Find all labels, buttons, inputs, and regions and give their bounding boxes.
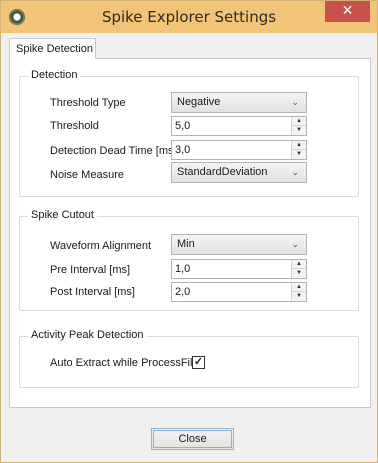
tab-spike-detection[interactable]: Spike Detection: [9, 38, 96, 59]
threshold-up-arrow-icon[interactable]: ▲: [292, 117, 306, 126]
noise-measure-label: Noise Measure: [50, 169, 124, 181]
post-interval-stepper[interactable]: 2,0 ▲ ▼: [171, 282, 307, 302]
dead-time-down-arrow-icon[interactable]: ▼: [292, 150, 306, 159]
threshold-type-value: Negative: [177, 96, 221, 108]
threshold-type-select[interactable]: Negative ⌄: [171, 92, 307, 113]
window-title: Spike Explorer Settings: [101, 8, 277, 26]
post-interval-up-arrow-icon[interactable]: ▲: [292, 283, 306, 292]
waveform-alignment-label: Waveform Alignment: [50, 240, 152, 252]
noise-measure-value: StandardDeviation: [177, 166, 268, 178]
dead-time-spin-buttons: ▲ ▼: [291, 141, 306, 159]
chevron-down-icon: ⌄: [291, 239, 299, 249]
pre-interval-value: 1,0: [175, 263, 191, 275]
close-button[interactable]: Close: [151, 428, 234, 450]
auto-extract-label: Auto Extract while ProcessFile: [50, 357, 199, 369]
pre-interval-stepper[interactable]: 1,0 ▲ ▼: [171, 259, 307, 279]
dead-time-up-arrow-icon[interactable]: ▲: [292, 141, 306, 150]
threshold-value: 5,0: [175, 120, 191, 132]
threshold-spin-buttons: ▲ ▼: [291, 117, 306, 135]
pre-interval-label: Pre Interval [ms]: [50, 264, 131, 276]
waveform-alignment-value: Min: [177, 238, 195, 250]
pre-interval-down-arrow-icon[interactable]: ▼: [292, 269, 306, 278]
threshold-label: Threshold: [50, 120, 99, 132]
threshold-down-arrow-icon[interactable]: ▼: [292, 126, 306, 135]
auto-extract-checkbox[interactable]: ✓: [192, 356, 205, 369]
detection-group-title: Detection: [28, 69, 81, 81]
window-close-button[interactable]: ✕: [325, 1, 370, 22]
threshold-stepper[interactable]: 5,0 ▲ ▼: [171, 116, 307, 136]
post-interval-down-arrow-icon[interactable]: ▼: [292, 292, 306, 301]
pre-interval-up-arrow-icon[interactable]: ▲: [292, 260, 306, 269]
settings-window: Spike Explorer Settings ✕ Spike Detectio…: [0, 0, 378, 463]
post-interval-value: 2,0: [175, 286, 191, 298]
post-interval-label: Post Interval [ms]: [50, 286, 135, 298]
waveform-alignment-select[interactable]: Min ⌄: [171, 234, 307, 255]
threshold-type-label: Threshold Type: [50, 97, 126, 109]
dead-time-stepper[interactable]: 3,0 ▲ ▼: [171, 140, 307, 160]
dead-time-value: 3,0: [175, 144, 191, 156]
noise-measure-select[interactable]: StandardDeviation ⌄: [171, 162, 307, 183]
chevron-down-icon: ⌄: [291, 167, 299, 177]
spike-cutout-group-title: Spike Cutout: [28, 209, 97, 221]
pre-interval-spin-buttons: ▲ ▼: [291, 260, 306, 278]
chevron-down-icon: ⌄: [291, 97, 299, 107]
dead-time-label: Detection Dead Time [ms]: [50, 145, 177, 157]
post-interval-spin-buttons: ▲ ▼: [291, 283, 306, 301]
title-bar[interactable]: Spike Explorer Settings ✕: [1, 1, 377, 33]
activity-group-title: Activity Peak Detection: [28, 329, 147, 341]
